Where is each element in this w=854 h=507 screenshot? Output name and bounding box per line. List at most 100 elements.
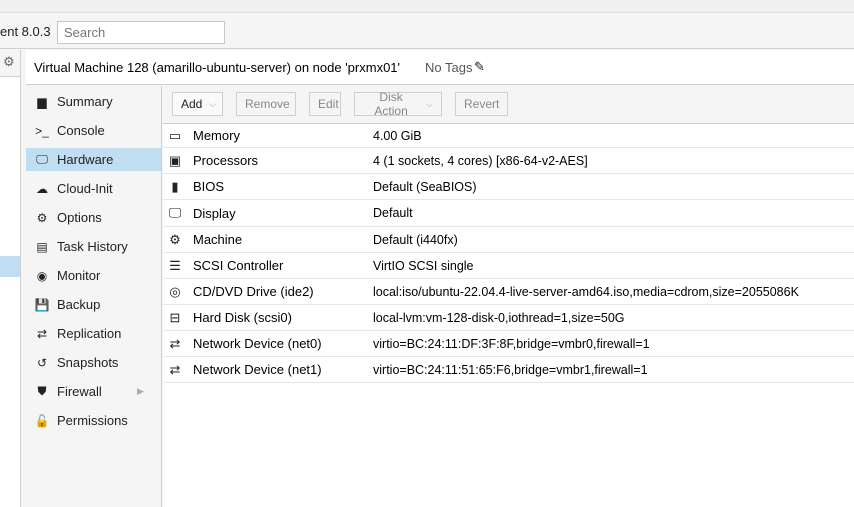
chevron-down-icon: ⌵ xyxy=(209,98,217,109)
exchange-icon: ⇄ xyxy=(169,361,181,377)
hardware-value: local:iso/ubuntu-22.04.4-live-server-amd… xyxy=(373,284,799,299)
nav-item-label: Replication xyxy=(57,326,122,341)
memory-icon: ▭ xyxy=(168,127,182,143)
hardware-row[interactable]: ▭ Memory 4.00 GiB xyxy=(163,124,854,148)
submenu-arrow-icon[interactable]: ▶ xyxy=(137,386,144,397)
hardware-name: Machine xyxy=(193,232,243,247)
hardware-name: Network Device (net0) xyxy=(193,336,322,351)
hardware-value: virtio=BC:24:11:51:65:F6,bridge=vmbr1,fi… xyxy=(373,362,648,377)
hardware-value: VirtIO SCSI single xyxy=(373,258,474,273)
nav-item-permissions[interactable]: 🔓 Permissions xyxy=(26,409,161,432)
edit-button-label: Edit xyxy=(318,97,339,111)
hardware-row[interactable]: ▣ Processors 4 (1 sockets, 4 cores) [x86-6… xyxy=(163,148,854,174)
vm-nav-menu: ▆ Summary >_ Console 🖵 Hardware ☁ Cloud-Init ⚙ Op… xyxy=(26,86,162,507)
nav-item-cloud-init[interactable]: ☁ Cloud-Init xyxy=(26,177,161,200)
resource-tree-toolbar: ⚙ xyxy=(0,50,20,77)
retweet-icon: ⇄ xyxy=(36,326,48,341)
page-title: Virtual Machine 128 (amarillo-ubuntu-ser… xyxy=(34,60,401,75)
revert-button-label: Revert xyxy=(464,97,500,111)
search-input[interactable] xyxy=(57,21,225,44)
hardware-row[interactable]: ◎ CD/DVD Drive (ide2) local:iso/ubuntu-22.… xyxy=(163,279,854,305)
hardware-name: Display xyxy=(193,205,236,221)
hardware-value: virtio=BC:24:11:DF:3F:8F,bridge=vmbr0,fi… xyxy=(373,336,650,351)
nav-item-backup[interactable]: 💾 Backup xyxy=(26,293,161,316)
hardware-value: 4 (1 sockets, 4 cores) [x86-64-v2-AES] xyxy=(373,153,588,168)
cpu-icon: ▣ xyxy=(168,152,182,168)
nav-item-options[interactable]: ⚙ Options xyxy=(26,206,161,229)
eye-icon: ◉ xyxy=(36,268,48,283)
cdrom-icon: ◎ xyxy=(169,283,181,299)
resource-tree-selected-row[interactable] xyxy=(0,256,20,277)
hardware-row[interactable]: ⊟ Hard Disk (scsi0) local-lvm:vm-128-disk-… xyxy=(163,305,854,331)
nav-item-console[interactable]: >_ Console xyxy=(26,119,161,142)
cloud-icon: ☁ xyxy=(36,181,48,196)
revert-button[interactable]: Revert xyxy=(455,92,508,116)
edit-button[interactable]: Edit xyxy=(309,92,341,116)
nav-item-label: Console xyxy=(57,123,105,138)
exchange-icon: ⇄ xyxy=(169,335,181,351)
edit-tags-icon[interactable]: ✎ xyxy=(474,59,485,75)
remove-button[interactable]: Remove xyxy=(236,92,296,116)
hardware-value: Default (i440fx) xyxy=(373,232,458,247)
shield-icon: ⛊ xyxy=(37,384,47,398)
nav-item-label: Monitor xyxy=(57,268,101,283)
remove-button-label: Remove xyxy=(245,97,290,111)
hardware-name: CD/DVD Drive (ide2) xyxy=(193,284,314,299)
hardware-row[interactable]: ▮ BIOS Default (SeaBIOS) xyxy=(163,174,854,200)
cogs-icon: ⚙ xyxy=(169,231,181,247)
hardware-name: SCSI Controller xyxy=(193,258,284,273)
hardware-value: local-lvm:vm-128-disk-0,iothread=1,size=… xyxy=(373,310,625,325)
nav-item-hardware[interactable]: 🖵 Hardware xyxy=(26,148,161,171)
app-header: ent 8.0.3 xyxy=(0,13,854,49)
hardware-value: Default (SeaBIOS) xyxy=(373,179,477,194)
resource-tree-panel: ⚙ xyxy=(0,50,21,507)
hardware-value: 4.00 GiB xyxy=(373,128,422,143)
hardware-name: Hard Disk (scsi0) xyxy=(193,310,292,325)
book-icon: ▆ xyxy=(37,94,47,109)
list-icon: ▤ xyxy=(36,239,48,254)
floppy-icon: 💾 xyxy=(34,297,50,312)
hardware-row[interactable]: 🖵 Display Default xyxy=(163,200,854,227)
hardware-row[interactable]: ☰ SCSI Controller VirtIO SCSI single xyxy=(163,253,854,279)
hardware-name: Processors xyxy=(193,153,259,168)
nav-item-label: Options xyxy=(57,210,102,225)
disk-action-button[interactable]: Disk Action ⌵ xyxy=(354,90,442,118)
hardware-toolbar: Add ⌵ Remove Edit Disk Action ⌵ Revert xyxy=(163,86,854,124)
desktop-icon: 🖵 xyxy=(168,205,182,220)
nav-item-summary[interactable]: ▆ Summary xyxy=(26,90,161,113)
nav-item-label: Task History xyxy=(57,239,128,254)
history-icon: ↺ xyxy=(36,355,48,370)
desktop-icon: 🖵 xyxy=(36,152,48,166)
gear-icon: ⚙ xyxy=(36,210,48,225)
nav-item-snapshots[interactable]: ↺ Snapshots xyxy=(26,351,161,374)
hardware-name: Network Device (net1) xyxy=(193,362,322,377)
nav-item-label: Cloud-Init xyxy=(57,181,113,196)
database-icon: ☰ xyxy=(169,257,181,273)
hardware-row[interactable]: ⇄ Network Device (net1) virtio=BC:24:11:51… xyxy=(163,357,854,383)
terminal-icon: >_ xyxy=(35,123,49,138)
hardware-row[interactable]: ⚙ Machine Default (i440fx) xyxy=(163,227,854,253)
nav-item-label: Firewall xyxy=(57,384,102,399)
chip-icon: ▮ xyxy=(171,178,179,194)
nav-item-monitor[interactable]: ◉ Monitor xyxy=(26,264,161,287)
hardware-name: BIOS xyxy=(193,179,225,194)
product-version: ent 8.0.3 xyxy=(0,24,51,39)
nav-item-task-history[interactable]: ▤ Task History xyxy=(26,235,161,258)
url-bar-strip xyxy=(0,0,854,13)
nav-item-label: Permissions xyxy=(57,413,128,428)
nav-item-replication[interactable]: ⇄ Replication xyxy=(26,322,161,345)
hardware-panel: Add ⌵ Remove Edit Disk Action ⌵ Revert ▭ Me… xyxy=(163,86,854,507)
add-button[interactable]: Add ⌵ xyxy=(172,92,223,116)
gear-icon[interactable]: ⚙ xyxy=(3,54,15,70)
hardware-name: Memory xyxy=(193,128,240,143)
hardware-value: Default xyxy=(373,206,413,220)
hdd-icon: ⊟ xyxy=(169,309,181,325)
hardware-row[interactable]: ⇄ Network Device (net0) virtio=BC:24:11:DF… xyxy=(163,331,854,357)
nav-item-label: Summary xyxy=(57,94,113,109)
nav-item-label: Snapshots xyxy=(57,355,119,370)
vm-title-bar: Virtual Machine 128 (amarillo-ubuntu-ser… xyxy=(26,50,854,85)
nav-item-firewall[interactable]: ⛊ Firewall ▶ xyxy=(26,380,161,403)
nav-item-label: Hardware xyxy=(57,152,114,167)
chevron-down-icon: ⌵ xyxy=(426,98,433,109)
add-button-label: Add xyxy=(181,97,203,111)
